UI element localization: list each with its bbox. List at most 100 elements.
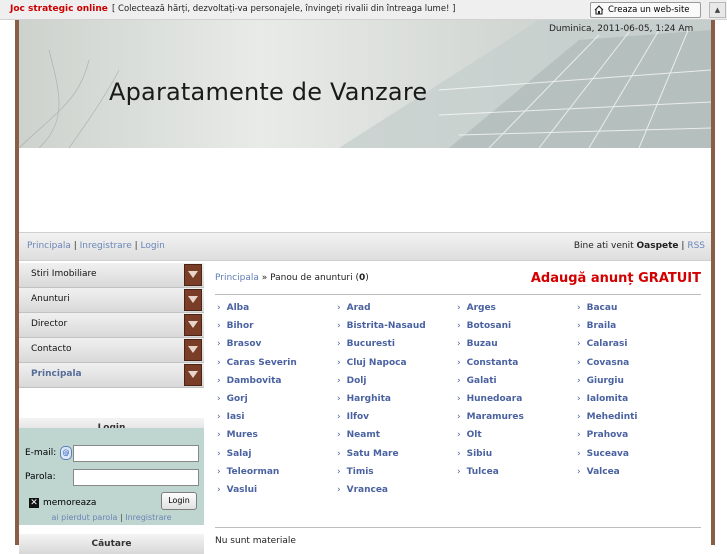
region-label: Dambovita	[226, 375, 282, 386]
region-link[interactable]: › Alba	[217, 303, 249, 313]
create-website-button[interactable]: Creaza un web-site	[590, 2, 701, 18]
region-label: Dolj	[346, 375, 367, 386]
chevron-right-icon: ›	[577, 375, 581, 386]
region-link[interactable]: › Buzau	[457, 339, 498, 349]
menu-director[interactable]: Director	[19, 313, 204, 338]
chevron-right-icon: ›	[217, 430, 221, 441]
breadcrumb-home[interactable]: Principala	[215, 273, 259, 283]
region-link[interactable]: › Satu Mare	[337, 449, 399, 459]
region-label: Arges	[466, 303, 496, 313]
region-link[interactable]: › Bihor	[217, 321, 254, 331]
region-link[interactable]: › Dolj	[337, 376, 366, 386]
remember-checkbox[interactable]: ✕	[29, 498, 39, 508]
scroll-up-icon[interactable]: ▲	[709, 2, 726, 18]
region-label: Suceava	[586, 448, 629, 459]
region-link[interactable]: › Suceava	[577, 449, 629, 459]
region-link[interactable]: › Covasna	[577, 358, 629, 368]
menu-contacto[interactable]: Contacto	[19, 338, 204, 363]
region-link[interactable]: › Caras Severin	[217, 358, 297, 368]
chevron-right-icon: ›	[577, 466, 581, 477]
chevron-down-icon[interactable]	[184, 289, 202, 311]
region-link[interactable]: › Prahova	[577, 430, 628, 440]
password-field[interactable]	[73, 469, 199, 486]
region-link[interactable]: › Braila	[577, 321, 616, 331]
region-link[interactable]: › Vrancea	[337, 485, 388, 495]
chevron-right-icon: ›	[457, 466, 461, 477]
register-link[interactable]: Inregistrare	[125, 513, 171, 522]
ad-brand-link[interactable]: Joc strategic online	[10, 4, 108, 14]
region-link[interactable]: › Cluj Napoca	[337, 358, 407, 368]
region-label: Covasna	[586, 357, 630, 368]
region-link[interactable]: › Gorj	[217, 394, 248, 404]
region-link[interactable]: › Galati	[457, 376, 497, 386]
region-link[interactable]: › Vaslui	[217, 485, 257, 495]
rss-link[interactable]: RSS	[687, 241, 705, 251]
add-ad-link[interactable]: Adaugă anunț GRATUIT	[531, 271, 701, 286]
region-link[interactable]: › Iasi	[217, 412, 244, 422]
ad-slogan[interactable]: [ Colectează hărți, dezvoltați-va person…	[112, 4, 455, 14]
region-link[interactable]: › Giurgiu	[577, 376, 624, 386]
region-link[interactable]: › Salaj	[217, 449, 251, 459]
region-link[interactable]: › Arges	[457, 303, 496, 313]
region-label: Bucuresti	[346, 339, 395, 350]
region-link[interactable]: › Botosani	[457, 321, 511, 331]
region-link[interactable]: › Ilfov	[337, 412, 369, 422]
chevron-right-icon: ›	[217, 303, 221, 313]
main-content: Principala » Panou de anunturi (0) Adaug…	[215, 263, 701, 546]
region-link[interactable]: › Bacau	[577, 303, 617, 313]
chevron-right-icon: ›	[217, 321, 221, 332]
chevron-right-icon: ›	[577, 357, 581, 368]
nav-principala[interactable]: Principala	[27, 241, 71, 251]
region-link[interactable]: › Bucuresti	[337, 339, 395, 349]
menu-stiri-imobiliare[interactable]: Stiri Imobiliare	[19, 263, 204, 288]
region-link[interactable]: › Ialomita	[577, 394, 628, 404]
region-link[interactable]: › Brasov	[217, 339, 261, 349]
site-title[interactable]: Aparatamente de Vanzare	[109, 78, 427, 106]
chevron-right-icon: ›	[337, 430, 341, 441]
chevron-right-icon: ›	[457, 375, 461, 386]
region-label: Arad	[346, 303, 371, 313]
email-field[interactable]	[73, 445, 199, 462]
menu-principala[interactable]: Principala	[19, 363, 204, 388]
search-box-title: Căutare	[19, 534, 204, 554]
menu-anunturi[interactable]: Anunturi	[19, 288, 204, 313]
chevron-right-icon: ›	[217, 375, 221, 386]
chevron-right-icon: ›	[337, 357, 341, 368]
region-link[interactable]: › Constanta	[457, 358, 518, 368]
region-link[interactable]: › Mures	[217, 430, 258, 440]
nav-inregistrare[interactable]: Inregistrare	[80, 241, 132, 251]
chevron-down-icon[interactable]	[184, 339, 202, 361]
region-label: Gorj	[226, 394, 248, 404]
region-link[interactable]: › Maramures	[457, 412, 524, 422]
region-link[interactable]: › Hunedoara	[457, 394, 522, 404]
nav-login[interactable]: Login	[141, 241, 165, 251]
region-link[interactable]: › Olt	[457, 430, 482, 440]
region-link[interactable]: › Timis	[337, 467, 374, 477]
region-link[interactable]: › Arad	[337, 303, 371, 313]
chevron-down-icon[interactable]	[184, 264, 202, 286]
chevron-down-icon[interactable]	[184, 314, 202, 336]
region-link[interactable]: › Mehedinti	[577, 412, 638, 422]
region-label: Tulcea	[466, 466, 499, 477]
region-link[interactable]: › Valcea	[577, 467, 620, 477]
region-label: Neamt	[346, 430, 380, 441]
chevron-right-icon: ›	[217, 412, 221, 423]
chevron-down-icon[interactable]	[184, 364, 202, 386]
region-link[interactable]: › Teleorman	[217, 467, 279, 477]
region-label: Alba	[226, 303, 250, 313]
menu-label: Anunturi	[31, 294, 70, 304]
chevron-right-icon: ›	[337, 339, 341, 350]
region-link[interactable]: › Harghita	[337, 394, 391, 404]
login-button[interactable]: Login	[161, 492, 197, 510]
region-link[interactable]: › Bistrita-Nasaud	[337, 321, 426, 331]
region-label: Iasi	[226, 412, 245, 423]
chevron-right-icon: ›	[577, 303, 581, 313]
login-form: E-mail: @ Parola: ✕ memoreaza Login ai p…	[19, 428, 204, 525]
region-link[interactable]: › Neamt	[337, 430, 380, 440]
region-link[interactable]: › Tulcea	[457, 467, 499, 477]
region-link[interactable]: › Sibiu	[457, 449, 492, 459]
region-link[interactable]: › Calarasi	[577, 339, 627, 349]
chevron-right-icon: ›	[337, 394, 341, 404]
region-link[interactable]: › Dambovita	[217, 376, 281, 386]
forgot-password-link[interactable]: ai pierdut parola	[51, 513, 117, 522]
